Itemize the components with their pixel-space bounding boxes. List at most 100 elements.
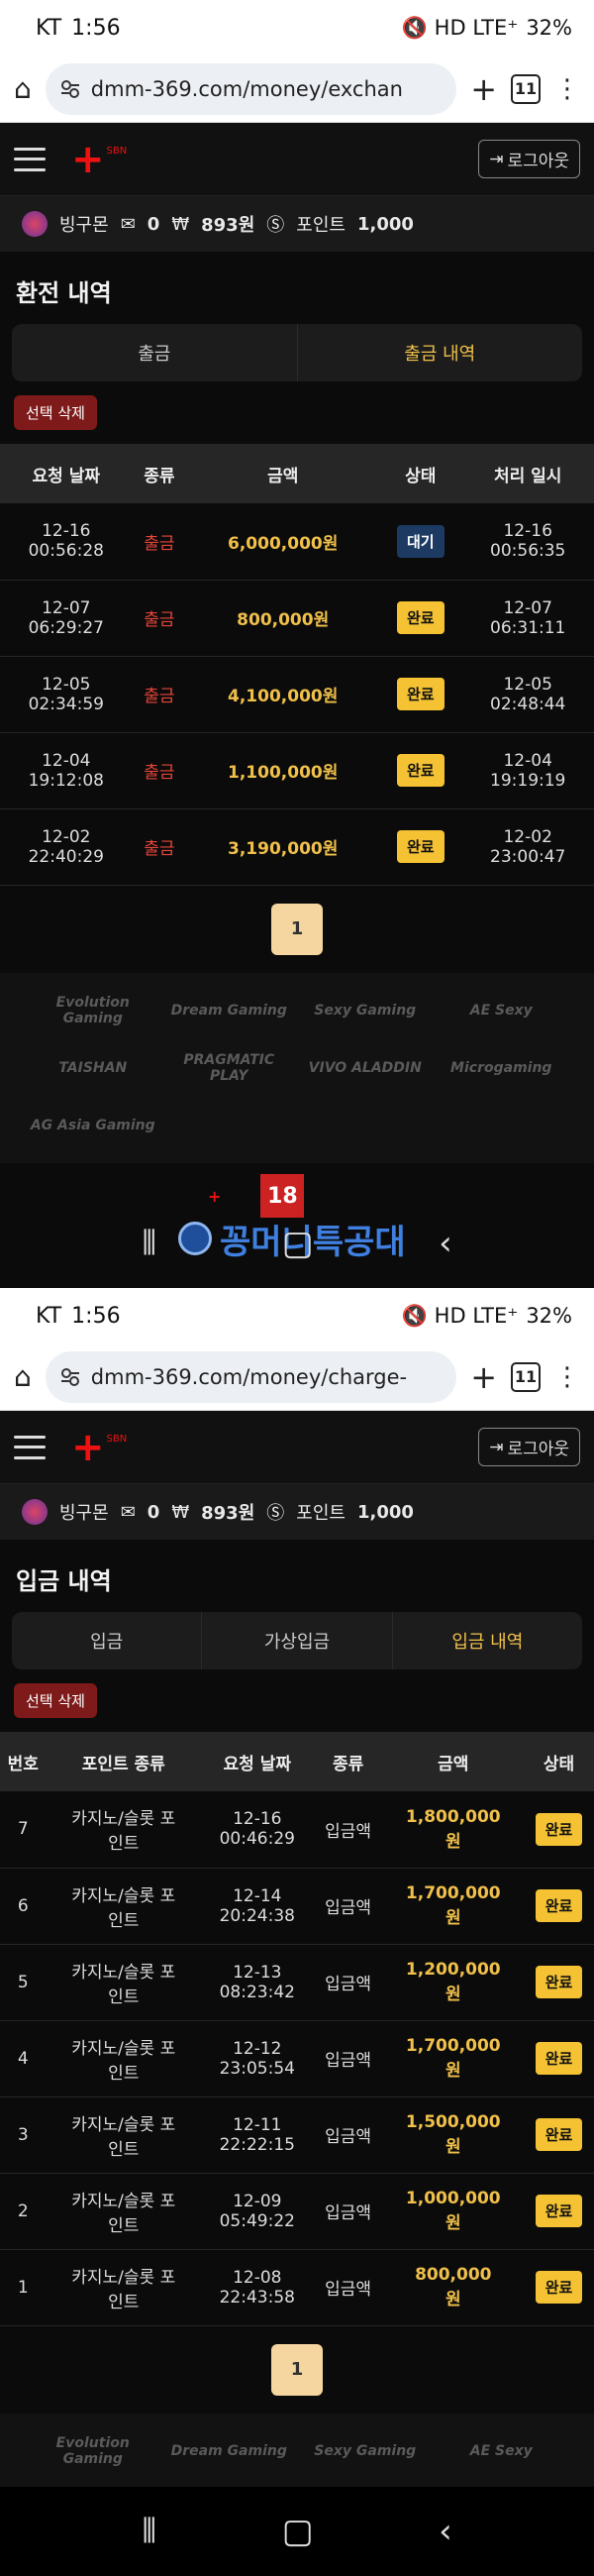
table-row[interactable]: 12-04 19:12:08 출금 1,100,000원 완료 12-04 19:19:19 [0,732,594,809]
table-row[interactable]: 1 카지노/슬롯 포 인트 12-08 22:43:58 입금액 800,000 원 완료 [0,2249,594,2326]
point-kind-line2: 인트 [108,1910,140,1931]
amount-cell: 800,000원 [186,580,380,657]
menu-icon[interactable] [14,1435,46,1459]
type-cell: 입금액 [313,1868,383,1945]
request-time: 00:56:28 [28,541,104,562]
table-row[interactable]: 2 카지노/슬롯 포 인트 12-09 05:49:22 입금액 1,000,000 원 완료 [0,2173,594,2250]
recent-apps-icon[interactable]: ⦀ [142,1224,156,1263]
table-row[interactable]: 12-16 00:56:28 출금 6,000,000원 대기 12-16 00:56:35 [0,503,594,581]
site-logo[interactable]: + SBN [71,140,127,179]
table-row[interactable]: 12-07 06:29:27 출금 800,000원 완료 12-07 06:31:11 [0,580,594,657]
more-menu-icon[interactable]: ⋮ [554,1362,580,1392]
tab-count-button[interactable]: 11 [511,1361,541,1392]
request-date: 12-08 [233,2267,282,2288]
back-icon[interactable]: ‹ [439,2512,452,2551]
table-row[interactable]: 5 카지노/슬롯 포 인트 12-13 08:23:42 입금액 1,200,000 원 완료 [0,1944,594,2021]
request-time: 20:24:38 [219,1905,295,1926]
tab-deposit-history[interactable]: 입금 내역 [393,1612,582,1669]
status-carrier: KT [36,15,62,41]
type-cell: 입금액 [313,1791,383,1869]
processed-time: 19:19:19 [490,770,566,791]
processed-date: 12-05 [503,674,552,695]
new-tab-icon[interactable]: + [470,70,497,108]
browser-bar: ⌂ dmm-369.com/money/charge- + 11 ⋮ [0,1343,594,1411]
page-button[interactable]: 1 [271,903,323,955]
table-row[interactable]: 7 카지노/슬롯 포 인트 12-16 00:46:29 입금액 1,800,000 원 완료 [0,1791,594,1869]
status-badge: 완료 [535,2271,583,2304]
status-badge: 완료 [396,678,445,710]
amount-value: 800,000 [415,2265,492,2285]
recent-apps-icon[interactable]: ⦀ [142,2512,156,2551]
provider-logo: AG Asia Gaming [30,1117,155,1133]
status-badge: 완료 [535,1812,583,1846]
site-logo[interactable]: + SBN [71,1428,127,1467]
tab-count-button[interactable]: 11 [511,73,541,104]
amount-value: 1,500,000 [405,2112,501,2132]
request-time: 02:34:59 [28,694,104,714]
mail-icon[interactable]: ✉ [121,214,136,235]
request-date-cell: 12-16 00:46:29 [200,1791,314,1869]
request-date: 12-09 [233,2191,282,2211]
provider-logo: AE Sexy [469,2442,533,2459]
url-field[interactable]: dmm-369.com/money/charge- [45,1350,457,1403]
menu-icon[interactable] [14,147,46,171]
message-count: 0 [147,1501,160,1523]
logout-label: 로그아웃 [507,152,569,171]
point-kind-line1: 카지노/슬롯 포 [71,1809,176,1830]
amount-unit: 원 [445,2290,461,2309]
site-header: + SBN ⇥ 로그아웃 [0,1411,594,1484]
processed-time: 02:48:44 [490,694,566,714]
table-row[interactable]: 6 카지노/슬롯 포 인트 12-14 20:24:38 입금액 1,700,000 원 완료 [0,1868,594,1945]
processed-time: 23:00:47 [490,846,566,867]
table-row[interactable]: 12-05 02:34:59 출금 4,100,000원 완료 12-05 02:48:44 [0,656,594,733]
logout-button[interactable]: ⇥ 로그아웃 [478,1428,580,1466]
home-button-icon[interactable]: ▢ [282,1224,314,1263]
status-cell: 완료 [379,580,462,657]
back-icon[interactable]: ‹ [439,1224,452,1263]
table-row[interactable]: 3 카지노/슬롯 포 인트 12-11 22:22:15 입금액 1,500,000 원 완료 [0,2096,594,2174]
screen-deposit: KT 1:56 🔇 HD LTE⁺ 32% ⌂ dmm-369.com/mone… [0,1288,594,2576]
point-icon: Ⓢ [266,1503,285,1524]
delete-selected-button[interactable]: 선택 삭제 [14,395,97,430]
site-header: + SBN ⇥ 로그아웃 [0,123,594,196]
mail-icon[interactable]: ✉ [121,1502,136,1523]
more-menu-icon[interactable]: ⋮ [554,74,580,104]
amount-value: 1,200,000 [405,1960,501,1980]
new-tab-icon[interactable]: + [470,1358,497,1396]
status-carrier: KT [36,1303,62,1329]
point-kind-cell: 카지노/슬롯 포 인트 [46,1868,201,1945]
table-row[interactable]: 4 카지노/슬롯 포 인트 12-12 23:05:54 입금액 1,700,000 원 완료 [0,2020,594,2097]
request-time: 22:43:58 [219,2287,295,2308]
battery-level: 32% [526,16,572,40]
provider-logo: Dream Gaming [170,1002,287,1019]
request-date: 12-13 [233,1962,282,1983]
android-nav: ⦀ ▢ ‹ [0,1199,594,1288]
site-settings-icon[interactable] [59,78,81,100]
home-icon[interactable]: ⌂ [14,1360,32,1393]
amount-value: 1,000,000 [405,2189,501,2208]
request-time: 23:05:54 [219,2058,295,2079]
tab-deposit[interactable]: 입금 [12,1612,203,1669]
status-badge: 완료 [396,754,445,787]
page-title: 입금 내역 [16,1567,112,1595]
tab-withdraw-history[interactable]: 출금 내역 [298,324,583,381]
tab-virtual-deposit[interactable]: 가상입금 [202,1612,393,1669]
table-row[interactable]: 12-02 22:40:29 출금 3,190,000원 완료 12-02 23:00:47 [0,808,594,886]
request-date: 12-14 [233,1885,282,1906]
page-button[interactable]: 1 [271,2343,323,2396]
provider-logo: Evolution Gaming [55,994,130,1026]
logout-button[interactable]: ⇥ 로그아웃 [478,140,580,178]
tab-withdraw[interactable]: 출금 [12,324,298,381]
url-field[interactable]: dmm-369.com/money/exchan [45,62,457,115]
column-header: 처리 일시 [461,444,594,503]
delete-selected-button[interactable]: 선택 삭제 [14,1683,97,1718]
username: 빙구몬 [59,215,109,236]
request-date: 12-16 [233,1809,282,1830]
type-cell: 입금액 [313,2096,383,2174]
request-time: 05:49:22 [219,2210,295,2231]
type-cell: 입금액 [313,1944,383,2021]
home-button-icon[interactable]: ▢ [282,2512,314,2551]
home-icon[interactable]: ⌂ [14,72,32,105]
site-settings-icon[interactable] [59,1366,81,1388]
point-amount: 1,000 [356,1501,414,1523]
